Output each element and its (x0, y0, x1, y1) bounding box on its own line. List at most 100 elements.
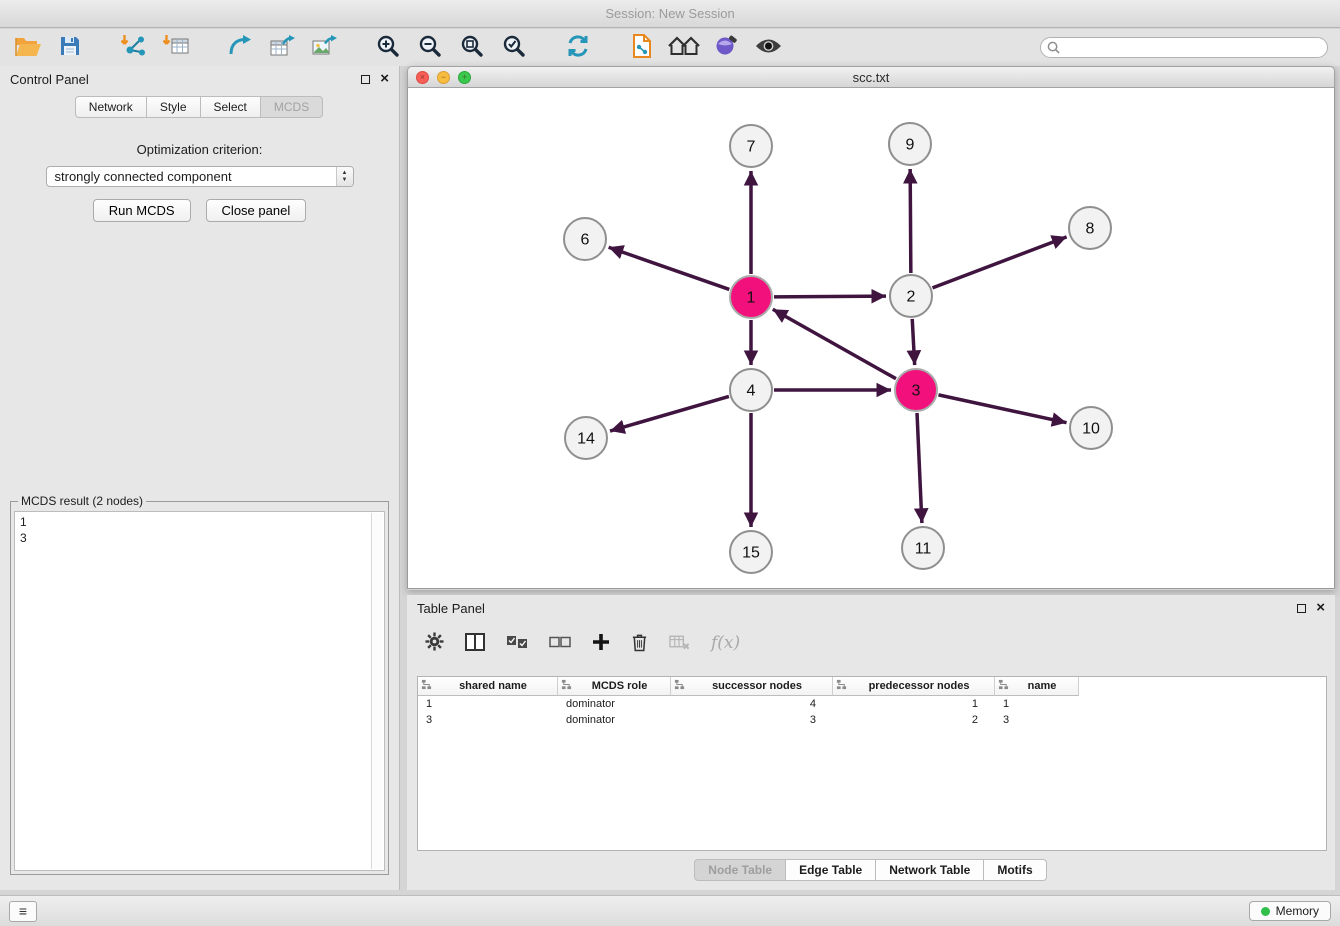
cell-shared-name: 3 (418, 712, 558, 728)
tab-mcds[interactable]: MCDS (260, 96, 323, 118)
style-brush-icon (714, 34, 738, 61)
delete-table-icon (669, 633, 690, 654)
svg-text:3: 3 (912, 383, 921, 400)
graph-node-8[interactable]: 8 (1069, 207, 1111, 249)
close-window-icon[interactable]: × (416, 71, 429, 84)
minimize-window-icon[interactable]: − (437, 71, 450, 84)
tab-style[interactable]: Style (146, 96, 201, 118)
column-group-icon (561, 679, 572, 693)
graph-node-9[interactable]: 9 (889, 123, 931, 165)
graph-node-10[interactable]: 10 (1070, 407, 1112, 449)
graph-edge-2-3[interactable] (912, 319, 914, 365)
graph-edge-3-1[interactable] (773, 309, 896, 378)
graph-edge-1-2[interactable] (774, 296, 886, 297)
import-table-icon (163, 34, 189, 61)
svg-text:8: 8 (1086, 221, 1095, 238)
column-header-predecessor-nodes[interactable]: predecessor nodes (833, 677, 995, 696)
function-builder-button[interactable]: f(x) (711, 633, 740, 653)
graph-edge-4-14[interactable] (610, 396, 729, 431)
tab-network-table[interactable]: Network Table (875, 859, 984, 881)
tab-network[interactable]: Network (75, 96, 147, 118)
table-panel-header: Table Panel × (407, 595, 1335, 621)
graph-node-6[interactable]: 6 (564, 218, 606, 260)
svg-text:10: 10 (1082, 421, 1100, 438)
graph-node-7[interactable]: 7 (730, 125, 772, 167)
apply-layout-button[interactable] (562, 33, 594, 63)
show-columns-button[interactable] (465, 633, 485, 654)
list-icon: ≡ (19, 903, 27, 919)
network-graph-canvas[interactable]: 7 9 6 8 1 2 4 3 14 10 15 11 (408, 88, 1334, 588)
zoom-fit-button[interactable] (456, 33, 488, 63)
network-window-titlebar[interactable]: × − + scc.txt (407, 66, 1335, 88)
memory-button[interactable]: Memory (1249, 901, 1331, 921)
graph-node-4[interactable]: 4 (730, 369, 772, 411)
column-header-successor-nodes[interactable]: successor nodes (671, 677, 833, 696)
tab-motifs[interactable]: Motifs (983, 859, 1046, 881)
graph-node-1[interactable]: 1 (730, 276, 772, 318)
zoom-out-button[interactable] (414, 33, 446, 63)
export-image-button[interactable] (308, 33, 340, 63)
table-settings-button[interactable] (425, 632, 444, 654)
status-bar: ≡ Memory (0, 895, 1340, 926)
column-header-mcds-role[interactable]: MCDS role (558, 677, 671, 696)
svg-text:11: 11 (915, 541, 932, 558)
delete-table-button[interactable] (669, 633, 690, 654)
export-network-button[interactable] (224, 33, 256, 63)
select-arrows-icon: ▲▼ (336, 167, 353, 186)
import-network-button[interactable] (118, 33, 150, 63)
result-scrollbar[interactable] (371, 513, 383, 869)
column-header-shared-name[interactable]: shared name (418, 677, 558, 696)
svg-text:14: 14 (577, 431, 595, 448)
mcds-result-text[interactable]: 1 3 (14, 511, 385, 871)
select-all-rows-button[interactable] (506, 635, 528, 652)
column-group-icon (674, 679, 685, 693)
home-button[interactable] (668, 33, 700, 63)
graph-node-15[interactable]: 15 (730, 531, 772, 573)
column-header-name[interactable]: name (995, 677, 1079, 696)
show-graphics-button[interactable] (752, 33, 784, 63)
style-button[interactable] (710, 33, 742, 63)
graph-edge-2-8[interactable] (933, 237, 1067, 288)
graph-node-14[interactable]: 14 (565, 417, 607, 459)
svg-text:9: 9 (906, 137, 915, 154)
column-group-icon (836, 679, 847, 693)
save-session-button[interactable] (54, 33, 86, 63)
search-input[interactable] (1040, 37, 1328, 58)
close-panel-icon[interactable]: × (380, 73, 389, 85)
graph-edge-3-10[interactable] (938, 395, 1066, 423)
export-table-button[interactable] (266, 33, 298, 63)
table-row-2[interactable]: 3 dominator 3 2 3 (418, 712, 1326, 728)
graph-edge-3-11[interactable] (917, 413, 922, 523)
cell-shared-name: 1 (418, 696, 558, 712)
zoom-window-icon[interactable]: + (458, 71, 471, 84)
network-file-icon (630, 33, 654, 62)
zoom-in-button[interactable] (372, 33, 404, 63)
tab-node-table[interactable]: Node Table (694, 859, 786, 881)
table-panel-tabs: Node Table Edge Table Network Table Moti… (407, 859, 1335, 881)
create-column-button[interactable] (592, 633, 610, 654)
optimization-criterion-select[interactable]: strongly connected component ▲▼ (46, 166, 354, 187)
import-table-button[interactable] (160, 33, 192, 63)
graph-node-3[interactable]: 3 (895, 369, 937, 411)
graph-node-2[interactable]: 2 (890, 275, 932, 317)
run-mcds-button[interactable]: Run MCDS (93, 199, 191, 222)
close-panel-button[interactable]: Close panel (206, 199, 307, 222)
trash-icon (631, 632, 648, 655)
graph-node-11[interactable]: 11 (902, 527, 944, 569)
close-table-panel-icon[interactable]: × (1316, 602, 1325, 614)
tab-edge-table[interactable]: Edge Table (785, 859, 876, 881)
float-panel-icon[interactable] (361, 75, 370, 84)
graph-edge-1-6[interactable] (609, 247, 730, 289)
mcds-result-box: MCDS result (2 nodes) 1 3 (10, 494, 389, 875)
deselect-all-rows-button[interactable] (549, 635, 571, 652)
table-row-1[interactable]: 1 dominator 4 1 1 (418, 696, 1326, 712)
float-table-panel-icon[interactable] (1297, 604, 1306, 613)
open-session-button[interactable] (12, 33, 44, 63)
delete-column-button[interactable] (631, 632, 648, 655)
graph-edge-2-9[interactable] (910, 169, 911, 273)
tab-select[interactable]: Select (200, 96, 261, 118)
task-history-button[interactable]: ≡ (9, 901, 37, 922)
network-file-button[interactable] (626, 33, 658, 63)
zoom-selected-button[interactable] (498, 33, 530, 63)
cell-mcds-role: dominator (558, 712, 671, 728)
